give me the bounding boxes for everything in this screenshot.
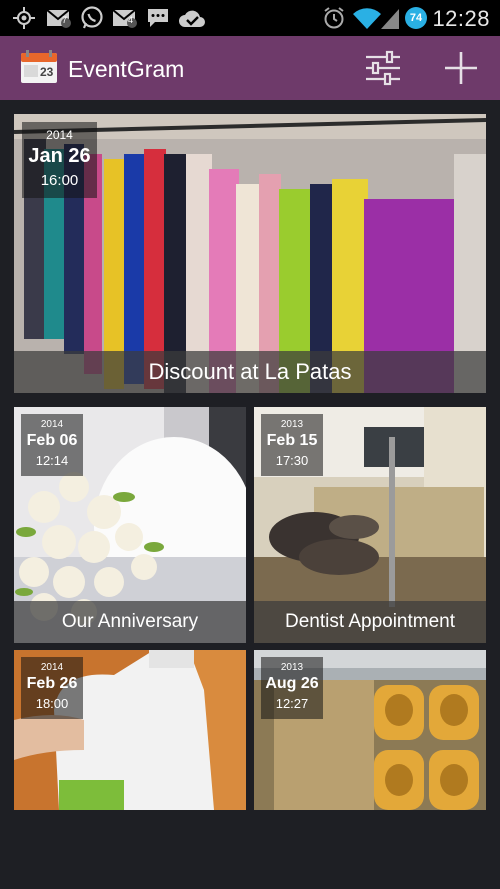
event-card-discount[interactable]: 2014 Jan 26 16:00 Discount at La Patas bbox=[14, 114, 486, 393]
signal-icon bbox=[380, 6, 400, 30]
event-date-box: 2014 Feb 26 18:00 bbox=[21, 657, 83, 719]
sliders-icon bbox=[366, 50, 400, 86]
status-time: 12:28 bbox=[432, 6, 490, 31]
event-date-box: 2014 Feb 06 12:14 bbox=[21, 414, 83, 476]
alarm-icon bbox=[322, 6, 346, 30]
event-card-feb26[interactable]: 2014 Feb 26 18:00 bbox=[14, 650, 246, 810]
event-year: 2014 bbox=[46, 128, 73, 142]
event-year: 2013 bbox=[280, 419, 304, 430]
event-date: Feb 26 bbox=[26, 675, 78, 692]
app-title: EventGram bbox=[68, 56, 185, 82]
event-time: 16:00 bbox=[40, 172, 79, 189]
event-date: Feb 15 bbox=[266, 432, 318, 449]
event-card-dentist[interactable]: 2013 Feb 15 17:30 Dentist Appointment bbox=[254, 407, 486, 643]
calendar-app-icon: 23 bbox=[20, 50, 58, 84]
event-date-box: 2013 Aug 26 12:27 bbox=[261, 657, 323, 719]
event-time: 12:27 bbox=[275, 696, 309, 711]
event-title: Dentist Appointment bbox=[254, 601, 486, 643]
whatsapp-icon bbox=[80, 6, 104, 30]
event-date: Jan 26 bbox=[28, 145, 91, 167]
calendar-icon-date: 23 bbox=[40, 65, 54, 79]
event-card-anniversary[interactable]: 2014 Feb 06 12:14 Our Anniversary bbox=[14, 407, 246, 643]
gps-icon bbox=[12, 6, 36, 30]
event-title: Our Anniversary bbox=[14, 601, 246, 643]
event-time: 12:14 bbox=[35, 453, 69, 468]
action-bar: 23 EventGram bbox=[0, 36, 500, 100]
plus-icon bbox=[445, 52, 477, 84]
event-time: 18:00 bbox=[35, 696, 69, 711]
gmail-icon bbox=[46, 6, 72, 30]
event-date-box: 2014 Jan 26 16:00 bbox=[22, 122, 97, 198]
wifi-icon bbox=[352, 6, 382, 30]
event-date: Aug 26 bbox=[265, 675, 319, 692]
event-date: Feb 06 bbox=[26, 432, 78, 449]
check-cloud-icon bbox=[178, 6, 206, 30]
status-bar: 7 4 74 12:28 bbox=[0, 0, 500, 36]
event-year: 2014 bbox=[40, 419, 64, 430]
mail-icon bbox=[112, 6, 138, 30]
event-year: 2014 bbox=[40, 662, 64, 673]
event-card-aug26[interactable]: 2013 Aug 26 12:27 bbox=[254, 650, 486, 810]
gmail-badge: 7 bbox=[62, 15, 68, 25]
event-title: Discount at La Patas bbox=[14, 351, 486, 393]
event-time: 17:30 bbox=[275, 453, 309, 468]
filter-button[interactable] bbox=[363, 48, 403, 88]
event-date-box: 2013 Feb 15 17:30 bbox=[261, 414, 323, 476]
chat-icon bbox=[146, 6, 170, 30]
mail-badge: 4 bbox=[128, 15, 134, 25]
event-year: 2013 bbox=[280, 662, 304, 673]
add-event-button[interactable] bbox=[441, 48, 481, 88]
battery-indicator: 74 bbox=[405, 7, 427, 29]
